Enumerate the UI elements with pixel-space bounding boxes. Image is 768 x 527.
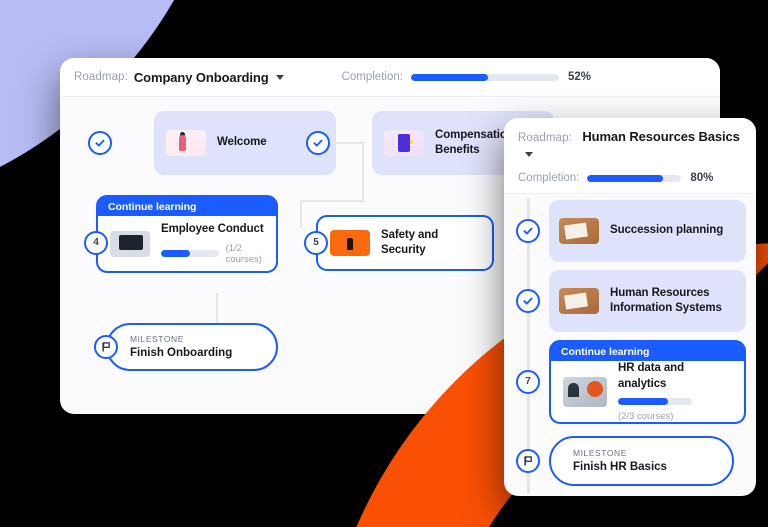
hris-illustration (559, 288, 599, 314)
roadmap-label: Roadmap: (74, 71, 128, 83)
completion-progress-bar (410, 73, 559, 81)
chevron-down-icon[interactable] (525, 152, 533, 157)
course-progress-fill (618, 397, 668, 405)
connector-vertical-b (300, 200, 302, 228)
connector-vertical-a (362, 142, 364, 202)
roadmap-card-safety-and-security[interactable]: Safety and Security (316, 215, 494, 271)
flag-icon (102, 342, 110, 352)
roadmap-card-succession-planning[interactable]: Succession planning (549, 200, 746, 262)
card-title: Human Resources Information Systems (610, 286, 722, 314)
completion-progress-fill (410, 73, 488, 81)
succession-planning-illustration (559, 218, 599, 244)
card-title: Welcome (217, 136, 267, 149)
card-title: Safety and Security (381, 228, 439, 256)
course-progress-bar (161, 250, 219, 258)
card-title: Succession planning (610, 224, 724, 237)
check-icon (523, 297, 533, 305)
course-progress-row: (1/2 courses) (161, 243, 272, 265)
chevron-down-icon[interactable] (275, 74, 284, 80)
card-title: HR data and analytics (618, 362, 684, 390)
front-panel-header: Roadmap: Human Resources Basics Completi… (504, 118, 756, 194)
milestone-title: Finish HR Basics (573, 460, 667, 473)
milestone-card-finish-hr-basics[interactable]: MILESTONE Finish HR Basics (549, 436, 734, 486)
completion-percent: 80% (690, 172, 714, 184)
milestone-kicker: MILESTONE (573, 447, 627, 458)
continue-learning-ribbon: Continue learning (98, 197, 276, 216)
front-panel-list: Succession planning Human Resources Info… (504, 194, 756, 496)
roadmap-card-hr-data-and-analytics[interactable]: Continue learning HR data and analytics … (549, 340, 746, 424)
milestone-badge-hr-basics[interactable] (516, 449, 540, 473)
check-icon (95, 139, 105, 147)
back-panel-header: Roadmap: Company Onboarding Completion: … (60, 58, 720, 97)
course-progress-bar (618, 397, 692, 405)
completion-label: Completion: (341, 71, 403, 83)
step-number: 7 (525, 376, 531, 387)
check-icon (523, 227, 533, 235)
continue-learning-label: Continue learning (561, 345, 650, 358)
check-icon (313, 139, 323, 147)
roadmap-card-employee-conduct[interactable]: Continue learning Employee Conduct (1/2 … (96, 195, 278, 273)
safety-security-illustration (330, 230, 370, 256)
card-title: Employee Conduct (161, 223, 264, 236)
status-badge-succession-planning-complete[interactable] (516, 219, 540, 243)
status-badge-employee-conduct[interactable]: 4 (84, 231, 108, 255)
milestone-kicker: MILESTONE (130, 333, 184, 344)
status-badge-hr-data-and-analytics[interactable]: 7 (516, 370, 540, 394)
status-badge-safety-and-security[interactable]: 5 (304, 231, 328, 255)
compensation-illustration (384, 130, 424, 156)
status-badge-hris-complete[interactable] (516, 289, 540, 313)
welcome-illustration (166, 130, 206, 156)
employee-conduct-illustration (110, 230, 150, 257)
roadmap-selected-value[interactable]: Company Onboarding (134, 70, 269, 85)
status-badge-welcome-complete[interactable] (88, 131, 112, 155)
roadmap-selected-value[interactable]: Human Resources Basics (582, 129, 740, 144)
continue-learning-ribbon: Continue learning (551, 342, 744, 361)
step-number: 5 (313, 237, 319, 248)
roadmap-composition: Roadmap: Company Onboarding Completion: … (0, 0, 768, 527)
roadmap-card-hris[interactable]: Human Resources Information Systems (549, 270, 746, 332)
roadmap-label: Roadmap: (518, 132, 572, 144)
milestone-card-finish-onboarding[interactable]: MILESTONE Finish Onboarding (106, 323, 278, 371)
status-badge-compensation-complete[interactable] (306, 131, 330, 155)
milestone-badge-onboarding[interactable] (94, 335, 118, 359)
completion-row: Completion: 80% (518, 172, 742, 184)
milestone-title: Finish Onboarding (130, 346, 233, 359)
completion-label: Completion: (518, 172, 580, 184)
continue-learning-body: HR data and analytics (2/3 courses) (551, 361, 744, 422)
completion-progress-bar (587, 174, 682, 182)
course-count: (2/3 courses) (618, 410, 674, 422)
step-number: 4 (93, 237, 99, 248)
hr-data-illustration (563, 376, 607, 407)
roadmap-panel-human-resources-basics: Roadmap: Human Resources Basics Completi… (504, 118, 756, 496)
flag-icon (524, 456, 532, 466)
course-count: (1/2 courses) (225, 242, 262, 265)
completion-percent: 52% (567, 71, 591, 83)
continue-learning-body: Employee Conduct (1/2 courses) (98, 216, 276, 271)
completion-progress-fill (587, 174, 663, 182)
continue-learning-label: Continue learning (108, 200, 197, 213)
connector-horizontal-a (300, 200, 364, 202)
course-progress-fill (161, 250, 190, 258)
front-roadmap-row: Roadmap: Human Resources Basics (518, 128, 742, 164)
completion-row: Completion: 52% (342, 71, 591, 83)
